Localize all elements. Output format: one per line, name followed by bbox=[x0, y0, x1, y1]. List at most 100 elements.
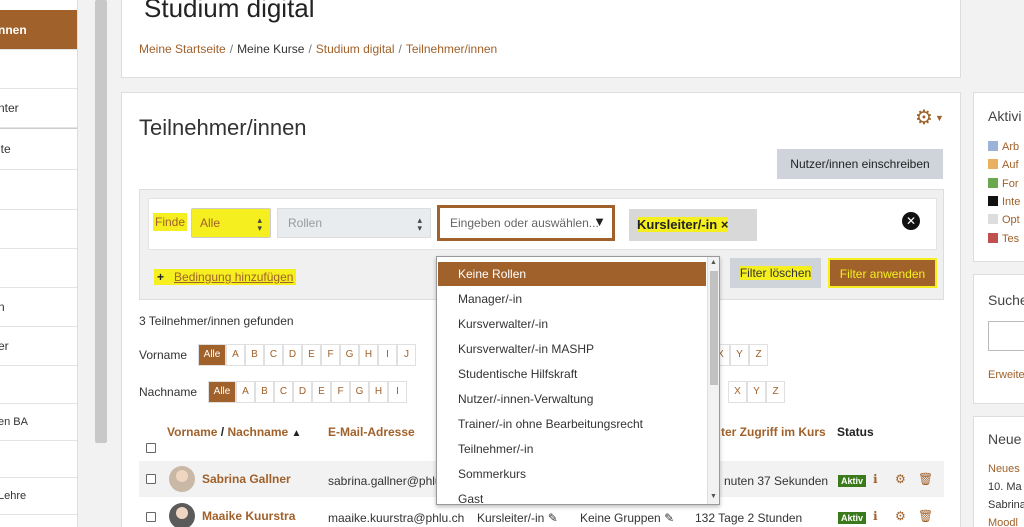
firstname-letter[interactable]: G bbox=[340, 344, 359, 366]
select-all-checkbox[interactable] bbox=[146, 443, 156, 453]
firstname-letter[interactable]: Z bbox=[749, 344, 768, 366]
pencil-icon[interactable]: ✎ bbox=[664, 511, 674, 525]
lastname-letter[interactable]: F bbox=[331, 381, 350, 403]
lastname-all[interactable]: Alle bbox=[208, 381, 236, 403]
firstname-letter[interactable]: C bbox=[264, 344, 283, 366]
advanced-search-link[interactable]: Erweite bbox=[988, 369, 1024, 381]
name-column-header[interactable]: Vorname / Nachname ▲ bbox=[167, 425, 301, 439]
scroll-up-icon[interactable]: ▲ bbox=[710, 259, 717, 266]
lastname-letter[interactable]: C bbox=[274, 381, 293, 403]
apply-filters-button[interactable]: Filter anwenden bbox=[828, 258, 937, 288]
nav-item[interactable]: Lehre bbox=[0, 478, 77, 515]
nav-item[interactable] bbox=[0, 210, 77, 249]
lastname-letter[interactable]: E bbox=[312, 381, 331, 403]
nav-item[interactable]: ite bbox=[0, 170, 77, 210]
role-autocomplete-input[interactable]: Eingeben oder auswählen... ▼ bbox=[437, 205, 615, 241]
firstname-letter[interactable]: H bbox=[359, 344, 378, 366]
firstname-letter[interactable]: F bbox=[321, 344, 340, 366]
scroll-down-icon[interactable]: ▼ bbox=[710, 493, 717, 500]
firstname-letter[interactable]: D bbox=[283, 344, 302, 366]
role-option[interactable]: Keine Rollen bbox=[438, 262, 706, 286]
lastname-letter[interactable]: B bbox=[255, 381, 274, 403]
firstname-all[interactable]: Alle bbox=[198, 344, 226, 366]
match-select[interactable]: Alle ▴ ▾ bbox=[191, 208, 271, 238]
lastname-sort-link[interactable]: Nachname bbox=[227, 425, 288, 439]
gear-menu-icon[interactable]: ⚙ ▼ bbox=[915, 105, 944, 130]
lastname-letter[interactable]: Y bbox=[747, 381, 766, 403]
news-link[interactable]: Neues bbox=[988, 463, 1020, 475]
participant-groups[interactable]: Keine Gruppen ✎ bbox=[580, 511, 674, 525]
enrol-users-button[interactable]: Nutzer/innen einschreiben bbox=[777, 149, 943, 179]
lastname-letter[interactable]: Z bbox=[766, 381, 785, 403]
activity-link-test[interactable]: Tes bbox=[988, 233, 1019, 245]
firstname-letter[interactable]: Y bbox=[730, 344, 749, 366]
trash-icon[interactable]: 🗑 bbox=[918, 509, 933, 523]
dropdown-scrollbar[interactable]: ▲ ▼ bbox=[707, 257, 719, 504]
avatar[interactable] bbox=[169, 503, 195, 527]
firstname-letter[interactable]: I bbox=[378, 344, 397, 366]
activity-link-task[interactable]: Auf bbox=[988, 159, 1019, 171]
selected-role-tag[interactable]: Kursleiter/-in × bbox=[629, 209, 757, 241]
lastname-letter[interactable]: H bbox=[369, 381, 388, 403]
participant-name-link[interactable]: Sabrina Gallner bbox=[202, 472, 291, 486]
nav-item[interactable]: er bbox=[0, 327, 77, 366]
role-option[interactable]: Sommerkurs bbox=[438, 462, 706, 486]
search-input[interactable] bbox=[988, 321, 1024, 351]
role-option[interactable]: Studentische Hilfskraft bbox=[438, 362, 706, 386]
lastname-letter[interactable]: X bbox=[728, 381, 747, 403]
nav-item[interactable] bbox=[0, 366, 77, 404]
last-access-column-header[interactable]: ter Zugriff im Kurs bbox=[721, 425, 826, 439]
firstname-letter[interactable]: A bbox=[226, 344, 245, 366]
clear-filters-button[interactable]: Filter löschen bbox=[730, 258, 821, 288]
dropdown-arrow-icon[interactable]: ▼ bbox=[593, 214, 606, 229]
role-option[interactable]: Manager/-in bbox=[438, 287, 706, 311]
participant-name-link[interactable]: Maaike Kuurstra bbox=[202, 509, 295, 523]
breadcrumb-course[interactable]: Studium digital bbox=[316, 42, 395, 56]
role-option[interactable]: Gast bbox=[438, 487, 706, 504]
nav-item[interactable]: ite bbox=[0, 128, 77, 170]
avatar[interactable] bbox=[169, 466, 195, 492]
breadcrumb-home[interactable]: Meine Startseite bbox=[139, 42, 226, 56]
activity-link-forum[interactable]: For bbox=[988, 178, 1019, 190]
firstname-letter[interactable]: B bbox=[245, 344, 264, 366]
gear-icon[interactable]: ⚙ bbox=[895, 472, 906, 486]
row-checkbox[interactable] bbox=[146, 474, 156, 484]
breadcrumb-participants[interactable]: Teilnehmer/innen bbox=[406, 42, 497, 56]
activity-link-options[interactable]: Opt bbox=[988, 214, 1020, 226]
role-option[interactable]: Trainer/-in ohne Bearbeitungsrecht bbox=[438, 412, 706, 436]
remove-tag-icon[interactable]: × bbox=[721, 217, 729, 232]
nav-item[interactable]: nter bbox=[0, 89, 77, 128]
firstname-sort-link[interactable]: Vorname bbox=[167, 425, 217, 439]
lastname-letter[interactable]: D bbox=[293, 381, 312, 403]
remove-row-icon[interactable]: ✕ bbox=[902, 212, 920, 230]
email-column-header[interactable]: E-Mail-Adresse bbox=[328, 425, 415, 439]
news-item-link[interactable]: Moodl bbox=[988, 517, 1018, 527]
nav-item[interactable]: en BA bbox=[0, 404, 77, 441]
pencil-icon[interactable]: ✎ bbox=[548, 511, 558, 525]
filter-type-select[interactable]: Rollen ▴ ▾ bbox=[277, 208, 431, 238]
breadcrumb-my-courses[interactable]: Meine Kurse bbox=[237, 42, 304, 56]
role-option[interactable]: Nutzer/-innen-Verwaltung bbox=[438, 387, 706, 411]
lastname-letter[interactable]: G bbox=[350, 381, 369, 403]
nav-item[interactable]: n bbox=[0, 288, 77, 327]
info-icon[interactable]: ℹ bbox=[873, 472, 878, 486]
lastname-letter[interactable]: I bbox=[388, 381, 407, 403]
activity-link-assignment[interactable]: Arb bbox=[988, 141, 1019, 153]
gear-icon[interactable]: ⚙ bbox=[895, 509, 906, 523]
nav-scrollbar[interactable] bbox=[95, 0, 107, 443]
row-checkbox[interactable] bbox=[146, 512, 156, 522]
nav-item[interactable] bbox=[0, 249, 77, 288]
nav-item[interactable]: l bbox=[0, 441, 77, 478]
info-icon[interactable]: ℹ bbox=[873, 509, 878, 523]
role-option[interactable]: Kursverwalter/-in MASHP bbox=[438, 337, 706, 361]
nav-item[interactable] bbox=[0, 50, 77, 89]
add-condition-link[interactable]: + Bedingung hinzufügen bbox=[154, 269, 297, 285]
activity-link-h5p[interactable]: Inte bbox=[988, 196, 1020, 208]
scrollbar-thumb[interactable] bbox=[710, 271, 718, 385]
role-option[interactable]: Teilnehmer/-in bbox=[438, 437, 706, 461]
role-option[interactable]: Kursverwalter/-in bbox=[438, 312, 706, 336]
nav-item-participants[interactable]: nnen bbox=[0, 10, 77, 50]
participant-roles[interactable]: Kursleiter/-in ✎ bbox=[477, 511, 558, 525]
trash-icon[interactable]: 🗑 bbox=[918, 472, 933, 486]
firstname-letter[interactable]: J bbox=[397, 344, 416, 366]
